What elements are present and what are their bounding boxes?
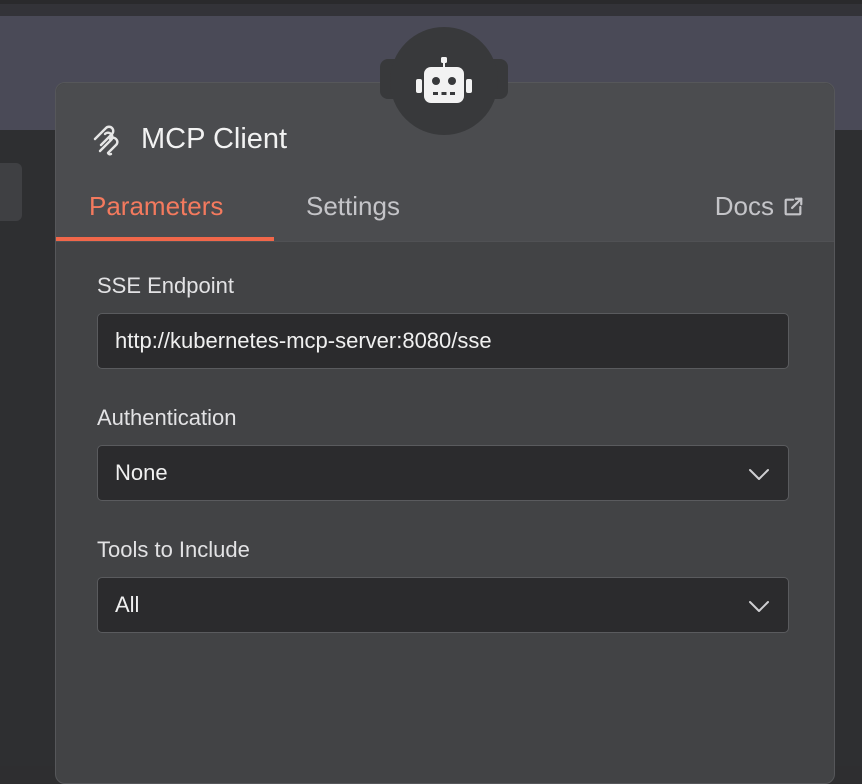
robot-icon [416,57,472,103]
chevron-down-icon [749,469,769,480]
tab-settings[interactable]: Settings [306,191,400,222]
external-link-icon [784,197,803,215]
docs-label: Docs [714,191,774,221]
chevron-down-icon [749,601,769,612]
sse-endpoint-label: SSE Endpoint [97,273,234,298]
sse-endpoint-input[interactable]: http://kubernetes-mcp-server:8080/sse [97,313,789,369]
top-band [0,4,862,16]
tools-value: All [115,592,140,617]
docs-link[interactable]: Docs [715,191,804,222]
left-side-tab[interactable] [0,163,22,221]
panel-title: MCP Client [141,123,288,155]
tools-select[interactable]: All [97,577,789,633]
node-settings-panel: MCP Client Parameters Settings Docs SSE … [55,82,835,784]
tools-label: Tools to Include [97,537,250,562]
authentication-value: None [115,460,168,485]
active-tab-underline [56,237,274,241]
tab-parameters[interactable]: Parameters [89,191,223,222]
mcp-logo-icon [93,125,119,156]
authentication-label: Authentication [97,405,237,430]
authentication-select[interactable]: None [97,445,789,501]
